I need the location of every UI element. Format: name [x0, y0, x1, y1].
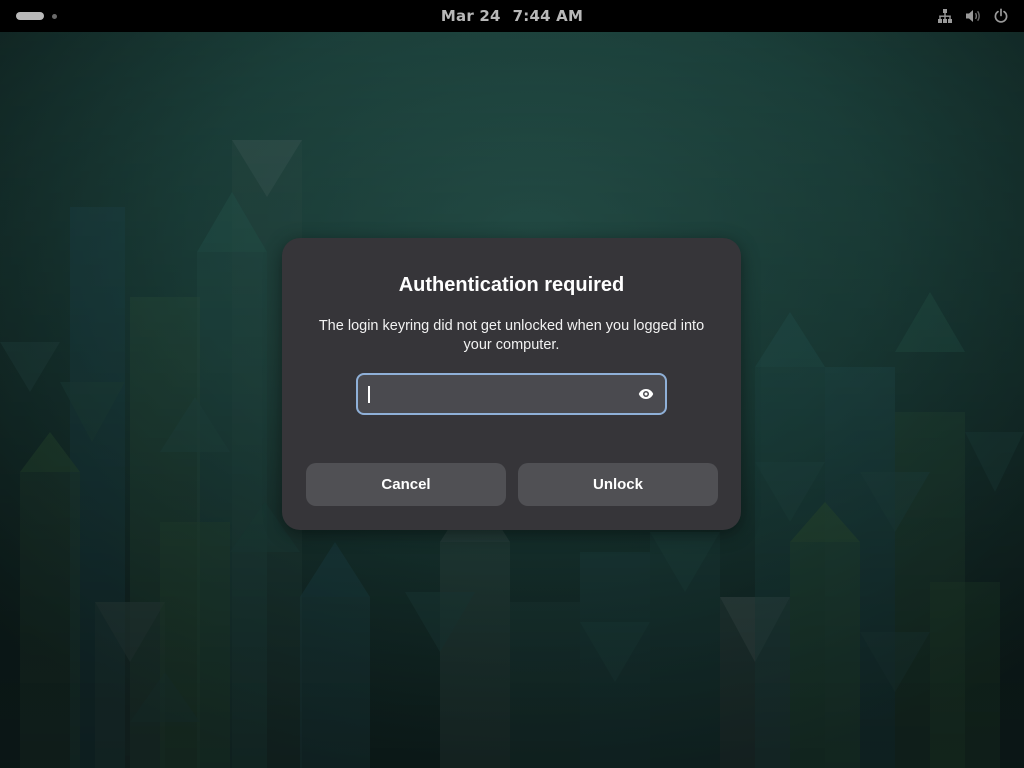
clock-time: 7:44 AM [512, 7, 584, 25]
authentication-dialog: Authentication required The login keyrin… [282, 238, 741, 530]
cancel-button[interactable]: Cancel [306, 463, 506, 506]
dialog-title: Authentication required [398, 274, 625, 296]
clock-date: Mar 24 [440, 7, 501, 25]
eye-icon[interactable] [637, 386, 655, 402]
network-icon [936, 7, 954, 25]
text-caret [368, 386, 370, 403]
power-icon [992, 7, 1010, 25]
dialog-description: The login keyring did not get unlocked w… [318, 318, 705, 353]
volume-icon [964, 7, 982, 25]
clock[interactable]: Mar 24 7:44 AM [0, 0, 1024, 32]
password-input[interactable] [358, 375, 638, 413]
top-bar: Mar 24 7:44 AM [0, 0, 1024, 32]
unlock-button[interactable]: Unlock [518, 463, 718, 506]
password-field[interactable] [356, 373, 667, 415]
system-tray[interactable] [936, 7, 1010, 25]
